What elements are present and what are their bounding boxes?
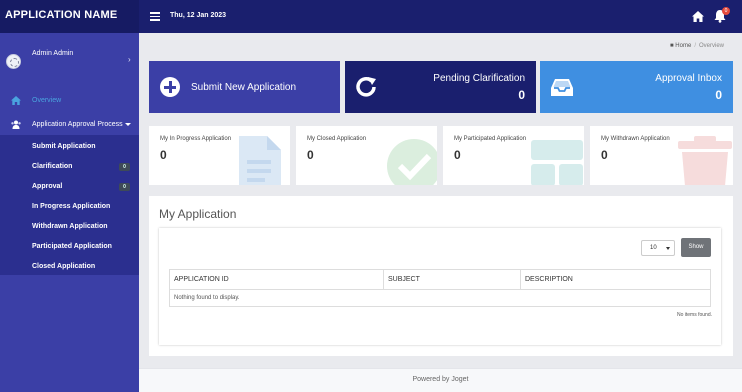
sidebar-item-submit-application[interactable]: Submit Application <box>0 137 139 157</box>
breadcrumb-current: Overview <box>698 43 724 49</box>
submenu-label: Withdrawn Application <box>32 223 108 230</box>
show-button[interactable]: Show <box>681 238 711 257</box>
page-size-value: 10 <box>650 245 657 251</box>
avatar <box>6 54 21 69</box>
sidebar-item-label: Overview <box>32 97 62 104</box>
current-date: Thu, 12 Jan 2023 <box>170 12 227 19</box>
sidebar-item-participated[interactable]: Participated Application <box>0 237 139 257</box>
trash-icon <box>678 136 732 185</box>
tile-title: Pending Clarification <box>433 73 525 84</box>
count-badge: 0 <box>119 163 130 171</box>
submenu-label: Submit Application <box>32 143 96 150</box>
panel-title: My Application <box>159 207 237 221</box>
column-header-description[interactable]: DESCRIPTION <box>521 270 710 289</box>
pending-clarification-tile[interactable]: Pending Clarification 0 <box>345 61 536 113</box>
submit-new-application-tile[interactable]: Submit New Application <box>149 61 340 113</box>
page-size-select[interactable]: 10 <box>641 240 675 256</box>
user-panel[interactable]: Admin Admin › <box>0 33 139 85</box>
stat-count: 0 <box>601 148 608 162</box>
chevron-right-icon[interactable]: › <box>128 55 131 64</box>
list-container: 10 Show APPLICATION ID SUBJECT DESCRIPTI… <box>159 228 721 345</box>
sidebar-item-overview[interactable]: Overview <box>0 91 139 111</box>
my-application-panel: My Application 10 Show APPLICATION ID SU… <box>149 196 733 356</box>
footer-text: Powered by Joget <box>412 376 469 383</box>
stat-count: 0 <box>454 148 461 162</box>
stat-in-progress[interactable]: My In Progress Application 0 <box>149 126 290 185</box>
application-table: APPLICATION ID SUBJECT DESCRIPTION Nothi… <box>169 269 711 307</box>
notification-badge: 0 <box>722 7 730 15</box>
breadcrumb-home[interactable]: Home <box>675 43 691 49</box>
count-badge: 0 <box>119 183 130 191</box>
column-header-application-id[interactable]: APPLICATION ID <box>170 270 384 289</box>
submenu-label: Clarification <box>32 163 73 170</box>
sidebar-item-clarification[interactable]: Clarification 0 <box>0 157 139 177</box>
sidebar-submenu: Submit Application Clarification 0 Appro… <box>0 135 139 275</box>
chevron-down-icon <box>125 123 131 126</box>
empty-row: Nothing found to display. <box>170 289 710 307</box>
stat-label: My In Progress Application <box>160 136 232 142</box>
app-name[interactable]: APPLICATION NAME <box>0 0 139 33</box>
sidebar-item-withdrawn[interactable]: Withdrawn Application <box>0 217 139 237</box>
tile-count: 0 <box>715 88 722 102</box>
sitemap-icon <box>531 140 583 185</box>
home-icon[interactable] <box>692 11 704 22</box>
sidebar-item-approval[interactable]: Approval 0 <box>0 177 139 197</box>
tile-title: Approval Inbox <box>655 73 722 84</box>
document-icon <box>239 136 281 185</box>
submenu-label: In Progress Application <box>32 203 111 210</box>
top-bar: APPLICATION NAME Thu, 12 Jan 2023 0 <box>0 0 742 33</box>
sidebar-item-closed[interactable]: Closed Application <box>0 257 139 277</box>
stat-participated[interactable]: My Participated Application 0 <box>443 126 584 185</box>
chevron-down-icon <box>666 247 670 250</box>
footer: Powered by Joget <box>139 368 742 392</box>
column-header-subject[interactable]: SUBJECT <box>384 270 521 289</box>
tile-count: 0 <box>518 88 525 102</box>
approval-inbox-tile[interactable]: Approval Inbox 0 <box>540 61 733 113</box>
stat-withdrawn[interactable]: My Withdrawn Application 0 <box>590 126 733 185</box>
users-icon <box>11 120 21 129</box>
refresh-icon <box>356 77 376 97</box>
home-icon: ■ <box>670 43 674 49</box>
breadcrumb: ■ Home / Overview <box>670 43 724 49</box>
stat-count: 0 <box>160 148 167 162</box>
submenu-label: Closed Application <box>32 263 96 270</box>
plus-circle-icon <box>160 77 180 97</box>
stat-label: My Withdrawn Application <box>601 136 670 142</box>
user-name: Admin Admin <box>32 50 74 57</box>
sidebar-item-in-progress[interactable]: In Progress Application <box>0 197 139 217</box>
stat-label: My Participated Application <box>454 136 527 142</box>
sidebar: Admin Admin › Overview Application Appro… <box>0 33 139 392</box>
stat-count: 0 <box>307 148 314 162</box>
submenu-label: Participated Application <box>32 243 112 250</box>
no-items-text: No items found. <box>676 312 712 318</box>
tile-label: Submit New Application <box>191 82 297 93</box>
stat-closed[interactable]: My Closed Application 0 <box>296 126 437 185</box>
sidebar-item-approval-process[interactable]: Application Approval Process <box>0 115 139 135</box>
menu-toggle-icon[interactable] <box>150 12 160 21</box>
dashboard-icon <box>11 96 21 105</box>
check-circle-icon <box>387 139 437 185</box>
sidebar-item-label: Application Approval Process <box>32 121 123 128</box>
inbox-icon <box>551 79 573 96</box>
submenu-label: Approval <box>32 183 63 190</box>
stat-label: My Closed Application <box>307 136 367 142</box>
